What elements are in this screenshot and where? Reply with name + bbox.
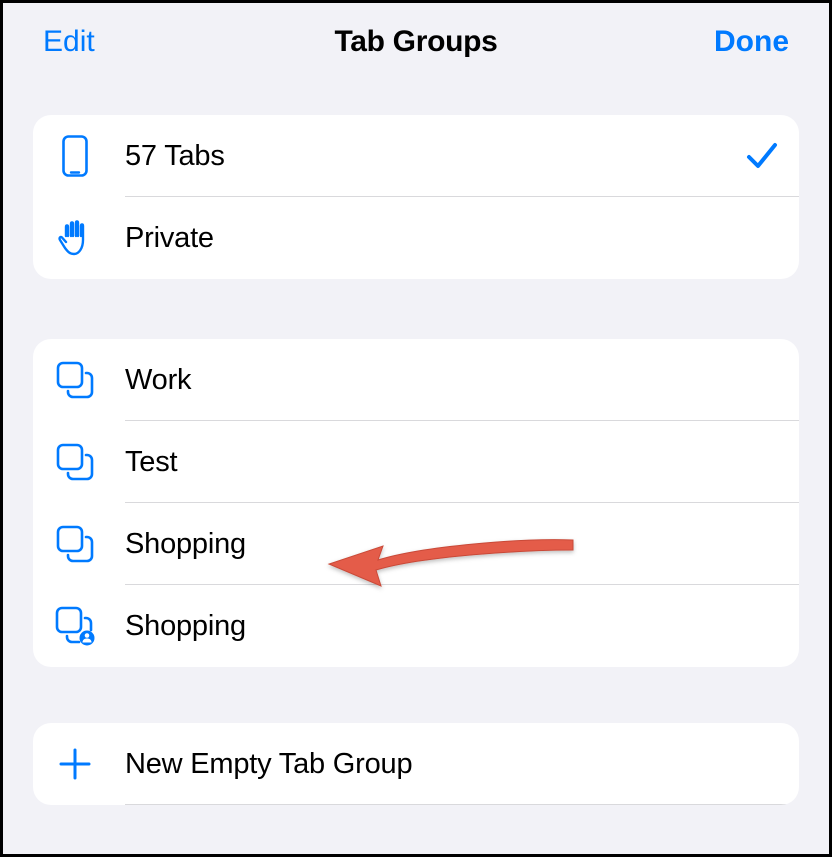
header-bar: Edit Tab Groups Done	[3, 3, 829, 77]
row-private[interactable]: Private	[33, 197, 799, 279]
row-label: 57 Tabs	[125, 140, 225, 173]
group-icon	[55, 442, 95, 482]
row-group-work[interactable]: Work	[33, 339, 799, 421]
row-group-shopping-shared[interactable]: Shopping	[33, 585, 799, 667]
row-all-tabs[interactable]: 57 Tabs	[33, 115, 799, 197]
checkmark-icon	[745, 139, 779, 173]
tab-list-section: 57 Tabs Private	[33, 115, 799, 279]
group-icon	[55, 524, 95, 564]
new-group-section: New Empty Tab Group	[33, 723, 799, 805]
row-new-empty-group[interactable]: New Empty Tab Group	[33, 723, 799, 805]
row-label: Shopping	[125, 610, 246, 643]
row-group-test[interactable]: Test	[33, 421, 799, 503]
row-label: Private	[125, 222, 214, 255]
row-label: Work	[125, 364, 191, 397]
group-icon	[55, 360, 95, 400]
tab-groups-section: Work Test Shopping	[33, 339, 799, 667]
edit-button[interactable]: Edit	[43, 25, 95, 59]
phone-icon	[55, 136, 95, 176]
plus-icon	[55, 744, 95, 784]
page-title: Tab Groups	[334, 25, 497, 59]
group-shared-icon	[55, 606, 95, 646]
row-label: New Empty Tab Group	[125, 748, 412, 781]
row-label: Test	[125, 446, 177, 479]
hand-icon	[55, 218, 95, 258]
row-label: Shopping	[125, 528, 246, 561]
row-group-shopping[interactable]: Shopping	[33, 503, 799, 585]
done-button[interactable]: Done	[714, 25, 789, 59]
